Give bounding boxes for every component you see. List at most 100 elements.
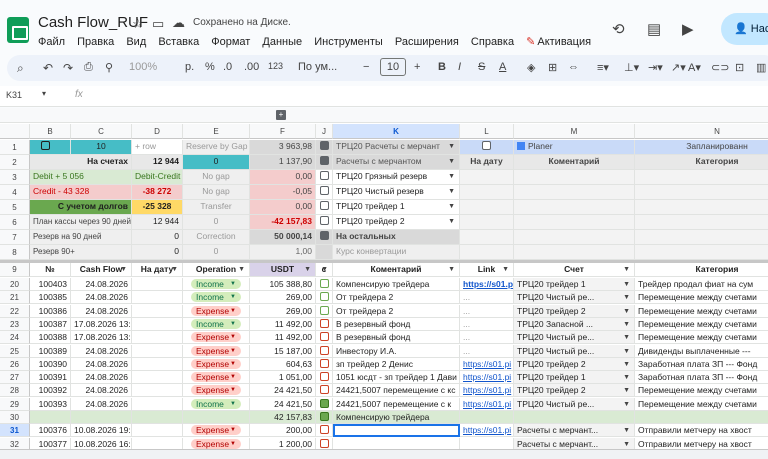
summary-value-e4[interactable]: No gap [183,185,250,200]
table-header-link[interactable]: Link ▼ [460,263,514,277]
category-cell[interactable]: Трейдер продал фиат на сум [635,278,768,291]
comment-cell[interactable]: От трейдера 2 [333,305,460,318]
summary-account-k6[interactable]: ТРЦ20 трейдер 2 ▼ [333,215,460,230]
summary-checkbox-cell-j3[interactable] [316,170,333,185]
meet-icon[interactable]: ▶ [682,20,694,38]
summary-value-f3[interactable]: 0,00 [250,170,316,185]
account-dropdown-icon[interactable]: ▼ [623,424,630,436]
insert-comment-icon[interactable]: ⊡ [735,61,744,74]
redo-icon[interactable]: ↷ [63,61,73,75]
row-header-8[interactable]: 8 [0,245,30,260]
table-header-ondate[interactable]: На дату ▼ [132,263,183,277]
row-header-9[interactable]: 9 [0,263,30,277]
status-checkbox-cell[interactable] [316,278,333,291]
category-cell[interactable]: Дивиденды выплаченные --- [635,345,768,358]
account-dropdown-icon[interactable]: ▼ [623,291,630,303]
status-checkbox[interactable] [319,439,329,448]
link-text[interactable]: ... [463,319,470,329]
dropdown-arrow-icon[interactable]: ▼ [448,155,455,168]
star-icon[interactable]: ☆ [132,16,144,32]
summary-label-2[interactable]: На счетах [30,155,132,170]
operation-cell[interactable]: Income ▼ [183,398,250,411]
account-cell[interactable]: Расчеты с мерчант... ▼ [514,424,635,437]
summary-label-3[interactable]: Debit + 5 056 [30,170,132,185]
row-number-cell[interactable]: 100386 [30,305,71,318]
comment-cell[interactable]: 24421,5007 перемещение с кс [333,384,460,397]
operation-chip[interactable]: Income ▼ [191,319,241,329]
cash-flow-date-cell[interactable]: 17.08.2026 13: [71,331,132,344]
summary-label-5[interactable]: С учетом долгов [30,200,132,215]
filter-dropdown-icon[interactable]: ▼ [120,263,127,276]
row-header-6[interactable]: 6 [0,215,30,230]
comment-cell[interactable]: 24421,5007 перемещение с к [333,398,460,411]
cash-flow-date-cell[interactable]: 24.08.2026 [71,291,132,304]
summary-value-f7[interactable]: 50 000,14 [250,230,316,245]
strikethrough-icon[interactable]: S [478,61,485,73]
link-cell[interactable]: ... [460,305,514,318]
summary-value-f5[interactable]: 0,00 [250,200,316,215]
comments-icon[interactable]: ▤ [647,20,661,38]
row-header-1[interactable]: 1 [0,140,30,155]
operation-chip[interactable]: Income ▼ [191,279,241,289]
summary-value-d1[interactable]: + row [132,140,183,155]
summary-checkbox-cell-j6[interactable] [316,215,333,230]
status-checkbox-cell[interactable] [316,424,333,437]
row-header[interactable]: 28 [0,384,30,397]
borders-icon[interactable]: ⊞ [548,61,557,74]
account-cell[interactable]: ТРЦ20 Запасной ... ▼ [514,318,635,331]
summary-value-f4[interactable]: -0,05 [250,185,316,200]
operation-chip[interactable]: Expense ▼ [191,346,241,356]
filter-dropdown-icon[interactable]: ▼ [448,263,455,276]
text-wrap-icon[interactable]: ⇥▾ [648,61,663,74]
operation-cell[interactable]: Expense ▼ [183,331,250,344]
link-cell[interactable]: https://s01.pi [460,424,514,437]
account-cell[interactable]: ТРЦ20 Чистый ре... ▼ [514,345,635,358]
usdt-amount-cell[interactable]: 105 388,80 [250,278,316,291]
summary-account-k4[interactable]: ТРЦ20 Чистый резерв ▼ [333,185,460,200]
cash-flow-date-cell[interactable]: 24.08.2026 [71,384,132,397]
insert-link-icon[interactable]: ⊂⊃ [711,61,729,74]
summary-value-e8[interactable]: 0 [183,245,250,260]
row-number-cell[interactable] [30,411,71,424]
link-text[interactable]: https://s01.pi [463,425,511,435]
account-dropdown-icon[interactable]: ▼ [623,384,630,396]
usdt-amount-cell[interactable]: 269,00 [250,291,316,304]
on-date-cell[interactable] [132,278,183,291]
dropdown-arrow-icon[interactable]: ▼ [448,170,455,183]
column-header-f[interactable]: F [250,124,316,139]
operation-chip[interactable]: Expense ▼ [191,332,241,342]
operation-cell[interactable]: Income ▼ [183,278,250,291]
row-number-cell[interactable]: 100388 [30,331,71,344]
account-cell[interactable]: ТРЦ20 трейдер 2 ▼ [514,305,635,318]
status-checkbox-cell[interactable] [316,291,333,304]
operation-cell[interactable]: Expense ▼ [183,358,250,371]
summary-b1-checkbox[interactable] [41,141,50,150]
summary-m6[interactable] [514,215,635,230]
column-header-e[interactable]: E [183,124,250,139]
link-text[interactable]: https://s01.pi [463,399,511,409]
summary-j7-checkbox[interactable] [319,231,329,240]
expand-group-icon[interactable]: + [276,110,286,120]
summary-value-c1[interactable]: 10 [71,140,132,155]
summary-label-6[interactable]: План кассы через 90 дней [30,215,132,230]
operation-cell[interactable]: Expense ▼ [183,305,250,318]
paint-format-icon[interactable]: ⚲ [105,61,113,74]
summary-m2[interactable]: Коментарий [514,155,635,170]
move-folder-icon[interactable]: ▭ [152,16,164,32]
account-dropdown-icon[interactable]: ▼ [623,305,630,317]
table-header-no[interactable]: № [30,263,71,277]
row-header[interactable]: 25 [0,345,30,358]
menu-file[interactable]: Файл [38,36,65,48]
summary-account-k1[interactable]: ТРЦ20 Расчеты с мерчант ▼ [333,140,460,155]
dropdown-arrow-icon[interactable]: ▼ [448,185,455,198]
summary-m4[interactable] [514,185,635,200]
on-date-cell[interactable] [132,318,183,331]
filter-dropdown-icon[interactable]: ▼ [238,263,245,276]
summary-checkbox-cell-j5[interactable] [316,200,333,215]
cash-flow-date-cell[interactable]: 24.08.2026 [71,278,132,291]
account-dropdown-icon[interactable]: ▼ [623,358,630,370]
summary-n1[interactable]: Запланированн [635,140,768,155]
on-date-cell[interactable] [132,358,183,371]
status-checkbox-cell[interactable] [316,411,333,424]
on-date-cell[interactable] [132,331,183,344]
